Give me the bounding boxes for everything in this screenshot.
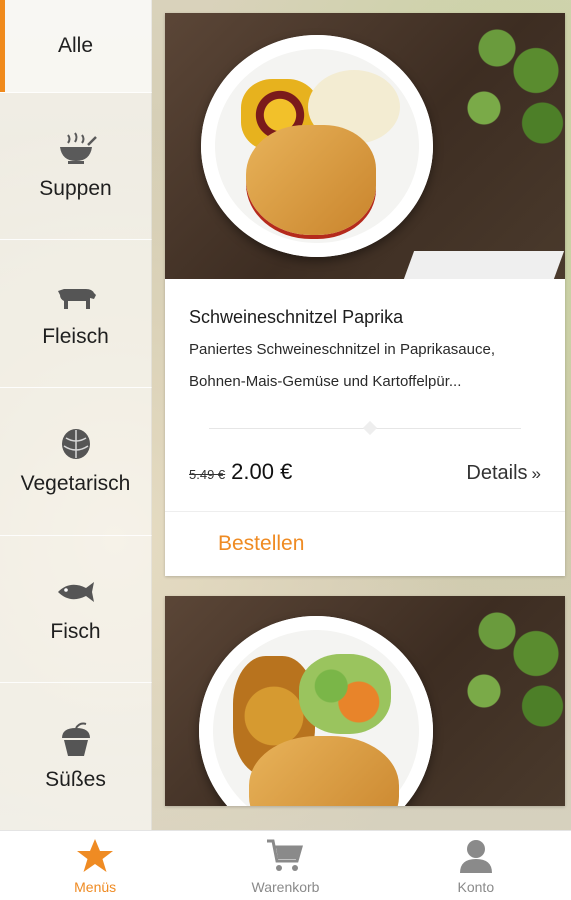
cart-icon (267, 839, 304, 871)
double-chevron-right-icon: » (531, 464, 541, 483)
cow-icon (57, 288, 96, 309)
details-link[interactable]: Details» (466, 462, 541, 485)
sidebar-item-suppen[interactable]: Suppen (0, 92, 152, 241)
sidebar-item-fisch[interactable]: Fisch (0, 535, 152, 684)
sidebar-item-alle[interactable]: Alle (0, 0, 152, 93)
menu-card (165, 596, 565, 806)
bottom-navigation: Menüs Warenkorb Konto (0, 830, 571, 900)
order-row: Bestellen (165, 511, 565, 576)
sidebar-item-label: Suppen (39, 177, 112, 200)
sidebar-item-label: Vegetarisch (20, 472, 131, 496)
current-price: 2.00 € (231, 459, 293, 484)
menu-card: Schweineschnitzel Paprika Paniertes Schw… (165, 13, 565, 576)
dish-photo (165, 13, 565, 279)
nav-item-menues[interactable]: Menüs (0, 831, 190, 900)
nav-item-konto[interactable]: Konto (381, 831, 571, 900)
dish-photo (165, 596, 565, 806)
nav-label: Konto (457, 878, 495, 895)
sidebar-item-suesses[interactable]: Süßes (0, 683, 152, 832)
nav-label: Warenkorb (251, 878, 320, 895)
star-icon (77, 838, 114, 872)
old-price: 5.49 € (189, 467, 226, 482)
nav-item-warenkorb[interactable]: Warenkorb (190, 831, 380, 900)
divider (209, 428, 521, 429)
category-sidebar: Alle Suppen Fleisch Vegetarisch Fisch Sü… (0, 0, 152, 832)
dish-description: Paniertes Schweineschnitzel in Paprikasa… (189, 341, 495, 390)
order-button[interactable]: Bestellen (218, 532, 304, 556)
dish-title: Schweineschnitzel Paprika (189, 307, 404, 327)
artichoke-icon (61, 429, 90, 460)
sidebar-item-vegetarisch[interactable]: Vegetarisch (0, 388, 152, 536)
cupcake-icon (61, 722, 90, 756)
sidebar-item-fleisch[interactable]: Fleisch (0, 240, 152, 389)
menu-list: Schweineschnitzel Paprika Paniertes Schw… (165, 13, 565, 806)
sidebar-item-label: Süßes (45, 767, 106, 791)
fish-icon (57, 582, 94, 603)
details-label: Details (466, 462, 528, 484)
sidebar-item-label: Fisch (50, 620, 101, 644)
sidebar-item-label: Alle (57, 33, 94, 57)
person-icon (459, 839, 492, 873)
soup-bowl-icon (59, 132, 97, 164)
nav-label: Menüs (74, 878, 117, 895)
sidebar-item-label: Fleisch (42, 324, 109, 348)
